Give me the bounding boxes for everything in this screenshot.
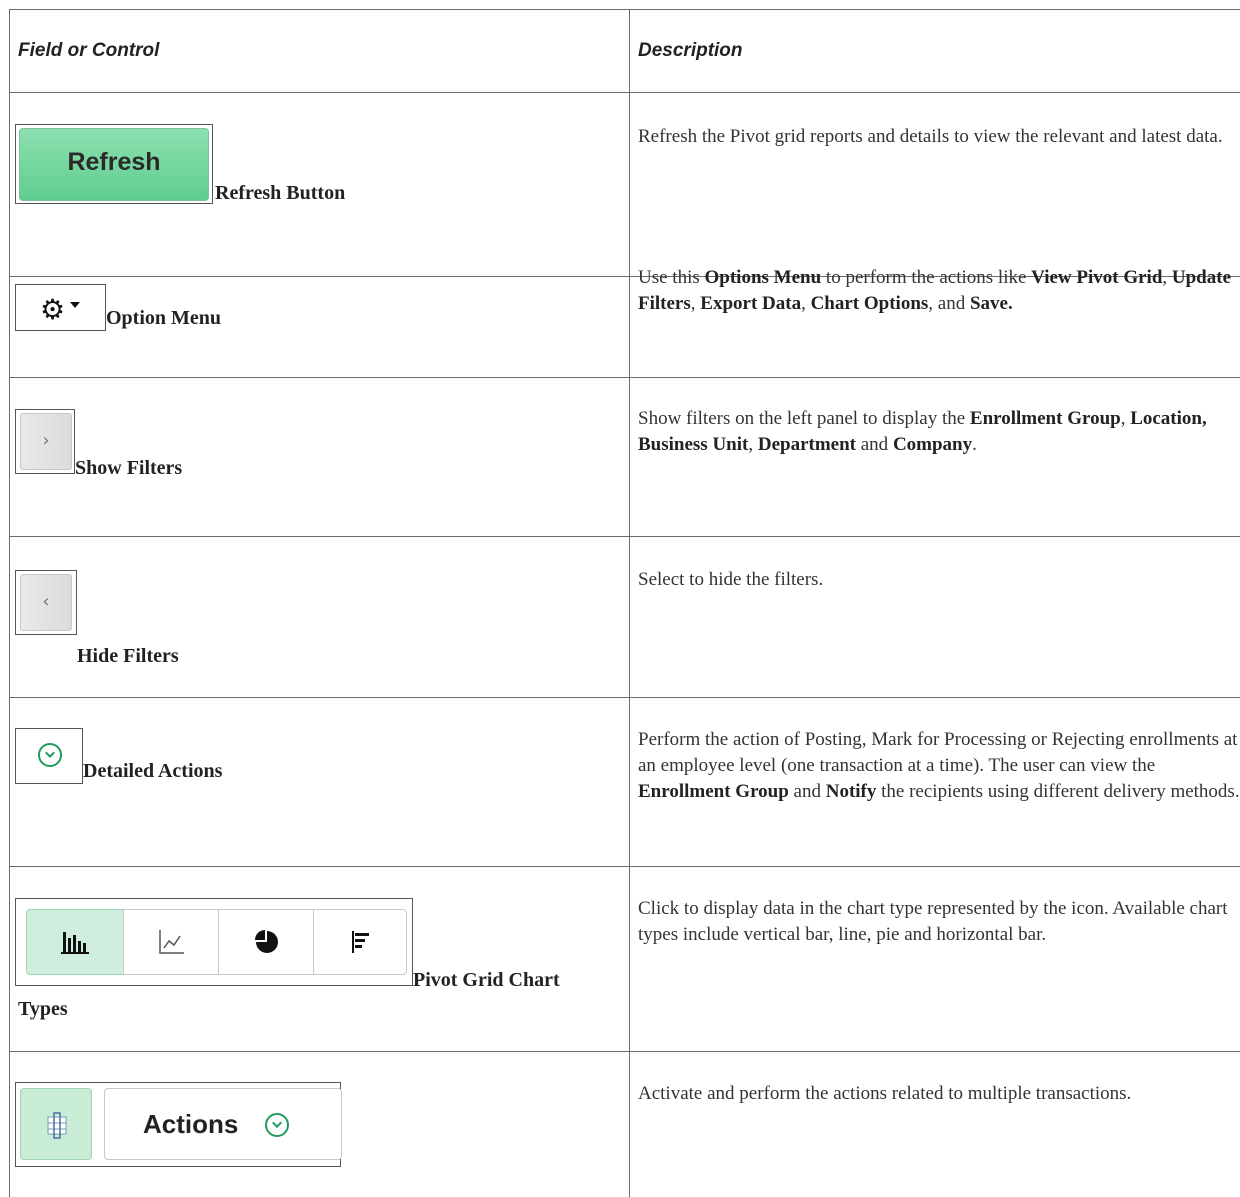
pie-chart-icon xyxy=(255,930,278,953)
refresh-description: Refresh the Pivot grid reports and detai… xyxy=(638,126,1223,147)
row-divider xyxy=(9,536,1240,537)
option-menu-label: Option Menu xyxy=(106,307,222,329)
chart-type-selector xyxy=(15,898,413,986)
actions-description: Activate and perform the actions related… xyxy=(638,1083,1132,1104)
hide-filters-tab[interactable]: ‹ xyxy=(15,570,77,635)
row-divider xyxy=(9,866,1240,867)
row-divider xyxy=(9,92,1240,93)
chart-types-label-line1: Pivot Grid Chart xyxy=(413,969,560,991)
vertical-bar-chart-button[interactable] xyxy=(26,909,124,975)
table-border-top xyxy=(9,9,1240,10)
chevron-left-icon: ‹ xyxy=(42,591,50,612)
chevron-right-icon: › xyxy=(42,430,50,451)
hide-filters-description: Select to hide the filters. xyxy=(638,569,824,590)
show-filters-description: Show filters on the left panel to displa… xyxy=(638,408,1207,455)
detailed-actions-label: Detailed Actions xyxy=(83,760,223,782)
actions-dropdown-button[interactable]: Actions xyxy=(104,1088,342,1160)
detailed-actions-description: Perform the action of Posting, Mark for … xyxy=(638,729,1240,802)
multi-select-toggle-button[interactable] xyxy=(20,1088,92,1160)
detailed-actions-button[interactable] xyxy=(15,728,83,784)
circle-chevron-down-icon xyxy=(38,743,62,767)
pie-chart-button[interactable] xyxy=(218,909,314,975)
vertical-bar-chart-icon xyxy=(61,932,89,954)
column-divider xyxy=(629,9,630,1197)
header-field-or-control: Field or Control xyxy=(18,40,160,61)
circle-chevron-down-icon xyxy=(265,1113,289,1137)
table-border-left xyxy=(9,9,10,1197)
horizontal-bar-chart-button[interactable] xyxy=(313,909,407,975)
options-menu-button[interactable]: ⚙ xyxy=(15,284,106,331)
option-menu-description: Use this Options Menu to perform the act… xyxy=(638,267,1232,314)
gear-icon: ⚙ xyxy=(40,293,66,326)
hide-filters-tab-face[interactable]: ‹ xyxy=(20,574,72,631)
actions-toolbar: Actions xyxy=(15,1082,342,1167)
refresh-button-face[interactable]: Refresh xyxy=(19,128,209,201)
horizontal-bar-chart-icon xyxy=(352,931,369,953)
header-description: Description xyxy=(638,40,743,61)
field-description-table: Field or Control Description Refresh Ref… xyxy=(9,9,1240,1197)
grid-select-icon xyxy=(47,1112,67,1139)
line-chart-icon xyxy=(159,930,184,954)
show-filters-label: Show Filters xyxy=(75,457,183,479)
show-filters-tab[interactable]: › xyxy=(15,409,75,474)
refresh-button[interactable]: Refresh xyxy=(15,124,213,204)
caret-down-icon xyxy=(70,302,80,308)
chart-types-description: Click to display data in the chart type … xyxy=(638,898,1228,945)
line-chart-button[interactable] xyxy=(123,909,219,975)
hide-filters-label: Hide Filters xyxy=(77,645,179,667)
row-divider xyxy=(9,377,1240,378)
show-filters-tab-face[interactable]: › xyxy=(20,413,72,470)
row-divider xyxy=(9,1051,1240,1052)
chart-types-label-line2: Types xyxy=(18,998,68,1020)
row-divider xyxy=(9,697,1240,698)
actions-label: Actions xyxy=(143,1109,239,1139)
refresh-button-label: Refresh Button xyxy=(215,182,346,204)
